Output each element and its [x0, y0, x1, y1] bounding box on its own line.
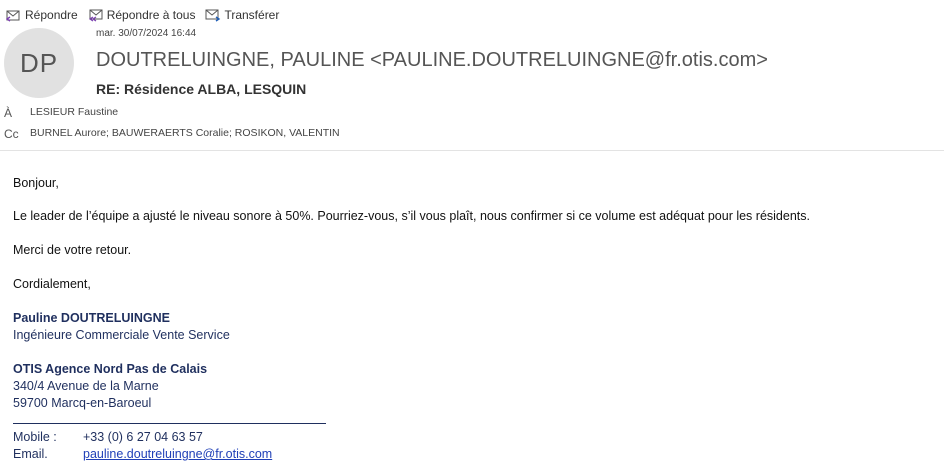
- signature-name: Pauline DOUTRELUINGNE: [13, 311, 170, 325]
- reply-all-label: Répondre à tous: [106, 8, 196, 22]
- email-label: Email.: [13, 447, 48, 461]
- forward-icon: [205, 9, 221, 22]
- to-recipients[interactable]: LESIEUR Faustine: [30, 106, 118, 120]
- to-label: À: [4, 106, 13, 120]
- signature-company: OTIS Agence Nord Pas de Calais: [13, 362, 208, 376]
- signature-address-2: 59700 Marcq-en-Baroeul: [13, 396, 152, 410]
- reply-icon: [6, 10, 20, 22]
- forward-label: Transférer: [224, 8, 280, 22]
- signature-separator: [13, 423, 326, 424]
- paragraph-2: Merci de votre retour.: [13, 243, 132, 257]
- cc-recipients[interactable]: BURNEL Aurore; BAUWERAERTS Coralie; ROSI…: [30, 127, 340, 141]
- signature-address-1: 340/4 Avenue de la Marne: [13, 379, 159, 393]
- to-row: À LESIEUR Faustine: [4, 106, 118, 120]
- signature-title: Ingénieure Commerciale Vente Service: [13, 328, 230, 342]
- closing: Cordialement,: [13, 277, 91, 291]
- subject: RE: Résidence ALBA, LESQUIN: [96, 81, 307, 97]
- mobile-label: Mobile :: [13, 430, 57, 444]
- paragraph-1: Le leader de l’équipe a ajusté le niveau…: [13, 209, 810, 223]
- reply-label: Répondre: [25, 8, 78, 22]
- sender[interactable]: DOUTRELUINGNE, PAULINE <PAULINE.DOUTRELU…: [96, 49, 768, 72]
- signature-email-row: Email. pauline.doutreluingne@fr.otis.com: [13, 447, 272, 461]
- sent-date: mar. 30/07/2024 16:44: [96, 28, 197, 39]
- greeting: Bonjour,: [13, 176, 59, 190]
- message-toolbar: Répondre Répondre à tous Transférer: [6, 6, 289, 24]
- cc-row: Cc BURNEL Aurore; BAUWERAERTS Coralie; R…: [4, 127, 340, 141]
- signature-mobile-row: Mobile : +33 (0) 6 27 04 63 57: [13, 430, 203, 444]
- email-link[interactable]: pauline.doutreluingne@fr.otis.com: [83, 447, 272, 461]
- cc-label: Cc: [4, 127, 19, 141]
- mobile-number: +33 (0) 6 27 04 63 57: [83, 430, 203, 444]
- reply-all-button[interactable]: Répondre à tous: [88, 8, 196, 22]
- header-divider: [0, 150, 944, 151]
- forward-button[interactable]: Transférer: [205, 8, 279, 22]
- avatar[interactable]: DP: [4, 28, 74, 98]
- reply-button[interactable]: Répondre: [6, 8, 78, 22]
- reply-all-icon: [88, 9, 103, 22]
